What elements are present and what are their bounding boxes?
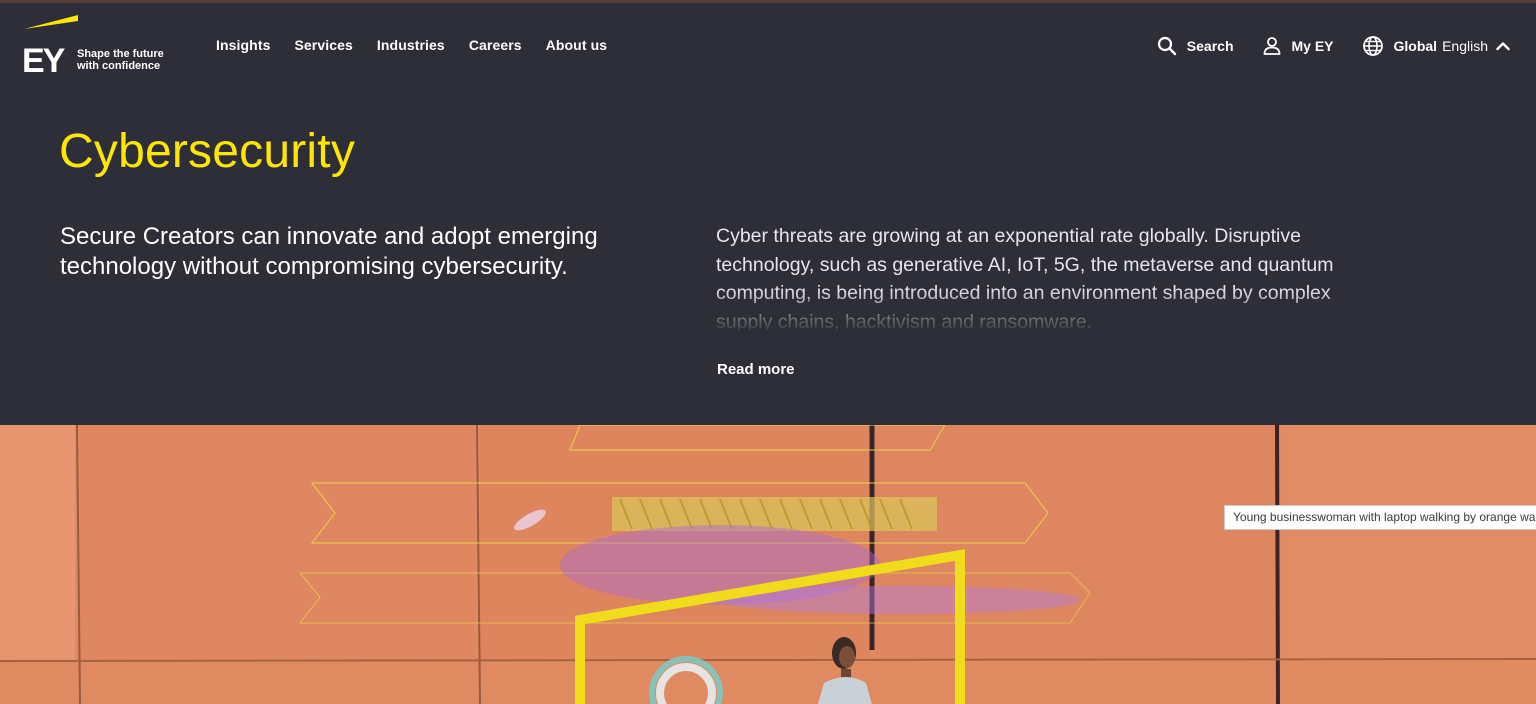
utility-nav: Search My EY Global English	[1129, 35, 1510, 57]
search-icon	[1157, 36, 1176, 56]
image-alt-tooltip: Young businesswoman with laptop walking …	[1224, 505, 1536, 530]
search-label: Search	[1186, 38, 1234, 54]
chevron-up-icon	[1496, 42, 1510, 51]
main-nav: Insights Services Industries Careers Abo…	[216, 37, 607, 53]
ey-logo[interactable]: EY Shape the future with confidence	[22, 15, 172, 77]
nav-insights[interactable]: Insights	[216, 37, 270, 53]
language-label: English	[1442, 38, 1488, 54]
nav-careers[interactable]: Careers	[469, 37, 522, 53]
user-icon	[1263, 37, 1280, 55]
hero-image-illustration	[0, 425, 1536, 704]
page-title: Cybersecurity	[59, 125, 356, 178]
nav-industries[interactable]: Industries	[377, 37, 445, 53]
hero-body: Cyber threats are growing at an exponent…	[716, 222, 1376, 330]
hero-image	[0, 425, 1536, 704]
search-button[interactable]: Search	[1157, 36, 1234, 56]
logo-tagline: Shape the future with confidence	[77, 48, 164, 72]
svg-text:EY: EY	[22, 42, 66, 77]
nav-about-us[interactable]: About us	[546, 37, 607, 53]
read-more-link[interactable]: Read more	[717, 361, 795, 378]
my-ey-label: My EY	[1291, 38, 1334, 54]
nav-services[interactable]: Services	[294, 37, 352, 53]
language-selector[interactable]: Global English	[1362, 35, 1510, 57]
region-label: Global	[1393, 38, 1438, 54]
ey-logo-mark: EY	[22, 15, 78, 77]
text-fade-overlay	[716, 288, 1376, 330]
globe-icon	[1362, 36, 1383, 56]
my-ey-button[interactable]: My EY	[1262, 36, 1334, 56]
hero-lead: Secure Creators can innovate and adopt e…	[60, 223, 598, 280]
site-header: EY Shape the future with confidence Insi…	[0, 3, 1536, 85]
